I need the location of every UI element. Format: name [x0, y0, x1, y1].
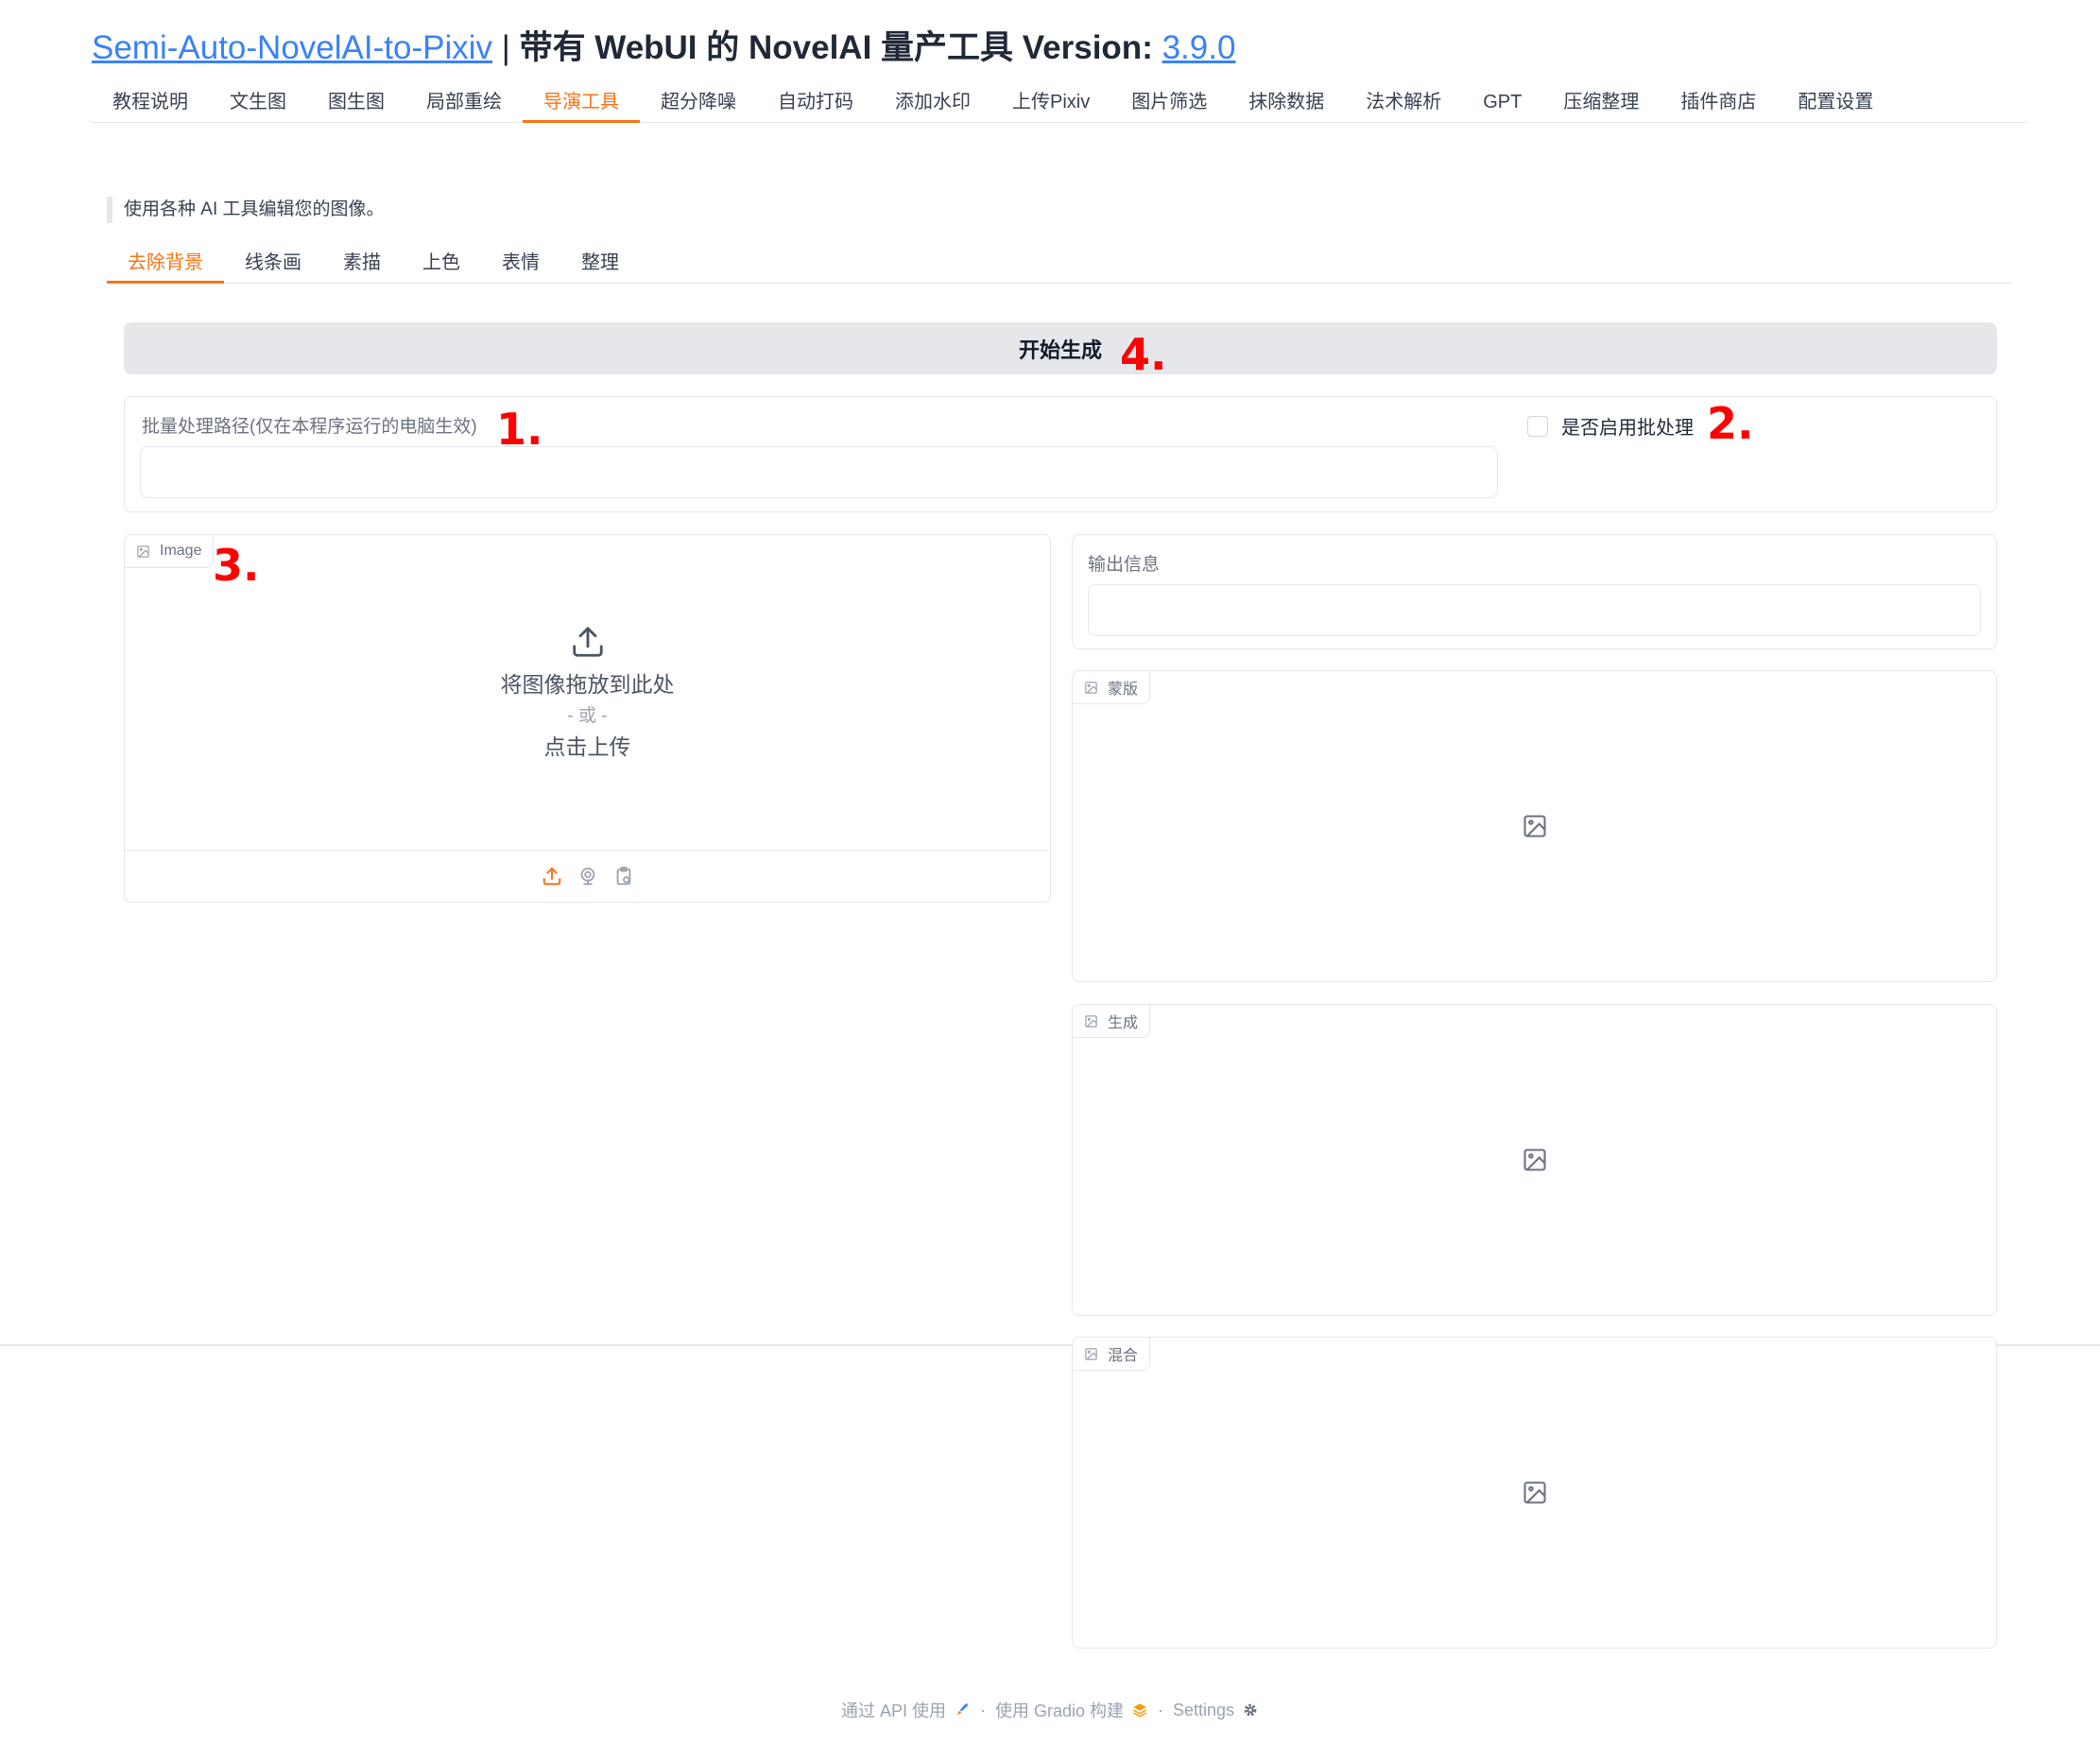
mask-image-output: 蒙版: [1072, 670, 1997, 982]
tab-director-tools[interactable]: 导演工具: [523, 81, 640, 123]
gradio-logo-icon: [1132, 1703, 1147, 1718]
batch-path-input[interactable]: [140, 446, 1498, 498]
tab-tutorial[interactable]: 教程说明: [92, 81, 209, 123]
main-tab-bar: 教程说明 文生图 图生图 局部重绘 导演工具 超分降噪 自动打码 添加水印 上传…: [92, 81, 2027, 123]
blended-image-output: 混合: [1072, 1337, 1997, 1649]
batch-enable-control[interactable]: 是否启用批处理: [1527, 412, 1694, 440]
tab-upscale[interactable]: 超分降噪: [640, 81, 757, 123]
gear-icon: [1244, 1703, 1257, 1717]
tab-inpaint[interactable]: 局部重绘: [405, 81, 523, 123]
page-footer: 通过 API 使用 · 使用 Gradio 构建 · Settings: [0, 1698, 2100, 1722]
subtab-declutter[interactable]: 整理: [560, 242, 640, 284]
footer-separator: ·: [1158, 1700, 1163, 1719]
annotation-marker-2: 2.: [1707, 398, 1754, 449]
output-info-panel: 输出信息: [1072, 534, 1997, 649]
image-placeholder-icon: [1523, 1149, 1546, 1171]
tab-spell-parse[interactable]: 法术解析: [1345, 81, 1462, 123]
image-source-bar: [125, 850, 1050, 902]
footer-settings-text: Settings: [1173, 1700, 1235, 1719]
title-separator: |: [501, 29, 510, 66]
annotation-marker-4: 4.: [1120, 329, 1167, 380]
tab-gpt[interactable]: GPT: [1462, 81, 1542, 123]
tab-txt2img[interactable]: 文生图: [209, 81, 307, 123]
subtab-lineart[interactable]: 线条画: [224, 242, 322, 284]
batch-enable-checkbox[interactable]: [1527, 415, 1548, 437]
image-input-label: Image: [125, 535, 215, 568]
tab-watermark[interactable]: 添加水印: [874, 81, 991, 123]
tab-description: 使用各种 AI 工具编辑您的图像。: [107, 197, 385, 223]
footer-gradio-text: 使用 Gradio 构建: [994, 1702, 1124, 1720]
tab-auto-mosaic[interactable]: 自动打码: [757, 81, 874, 123]
subtab-colorize[interactable]: 上色: [402, 242, 481, 284]
rocket-icon: [956, 1703, 968, 1716]
generated-image-output: 生成: [1072, 1004, 1997, 1316]
image-icon: [1085, 1014, 1097, 1028]
version-link[interactable]: 3.9.0: [1162, 29, 1236, 66]
blended-image-label: 混合: [1073, 1338, 1151, 1371]
image-upload-panel: Image 将图像拖放到此处 - 或 - 点击上传: [124, 534, 1051, 903]
tab-erase-data[interactable]: 抹除数据: [1228, 81, 1345, 123]
repo-link[interactable]: Semi-Auto-NovelAI-to-Pixiv: [92, 29, 492, 66]
tab-image-filter[interactable]: 图片筛选: [1110, 81, 1228, 123]
footer-settings-link[interactable]: Settings: [1173, 1701, 1259, 1720]
source-clipboard-button[interactable]: [612, 865, 635, 888]
footer-api-text: 通过 API 使用: [840, 1702, 946, 1720]
image-input-label-text: Image: [160, 543, 202, 559]
output-info-textbox[interactable]: [1088, 584, 1981, 636]
image-icon: [137, 544, 149, 558]
batch-enable-label[interactable]: 是否启用批处理: [1561, 412, 1694, 440]
generated-image-label-text: 生成: [1108, 1015, 1139, 1031]
footer-separator: ·: [979, 1700, 986, 1719]
image-placeholder-icon: [1523, 1481, 1546, 1504]
source-upload-button[interactable]: [541, 865, 563, 888]
tab-img2img[interactable]: 图生图: [307, 81, 405, 123]
blended-image-label-text: 混合: [1108, 1348, 1139, 1364]
page-title: Semi-Auto-NovelAI-to-Pixiv | 带有 WebUI 的 …: [92, 21, 1235, 69]
footer-api-link[interactable]: 通过 API 使用: [841, 1698, 971, 1722]
annotation-marker-1: 1.: [496, 404, 543, 455]
drop-text: 将图像拖放到此处: [500, 672, 675, 697]
image-icon: [1085, 1347, 1097, 1360]
upload-icon: [572, 627, 603, 657]
mask-image-label: 蒙版: [1073, 671, 1151, 704]
output-info-label: 输出信息: [1088, 555, 1161, 575]
image-drop-zone[interactable]: 将图像拖放到此处 - 或 - 点击上传: [125, 568, 1050, 819]
footer-gradio-link[interactable]: 使用 Gradio 构建: [995, 1698, 1148, 1722]
clipboard-icon: [616, 866, 630, 886]
click-upload-text: 点击上传: [543, 734, 631, 759]
drop-or-text: - 或 -: [567, 706, 608, 726]
tab-plugin-store[interactable]: 插件商店: [1660, 81, 1777, 123]
subtab-sketch[interactable]: 素描: [322, 242, 402, 284]
mask-image-label-text: 蒙版: [1108, 682, 1139, 698]
generate-button[interactable]: 开始生成: [124, 322, 1997, 374]
sub-tab-bar: 去除背景 线条画 素描 上色 表情 整理: [107, 242, 2012, 284]
source-webcam-button[interactable]: [577, 865, 599, 888]
upload-icon: [542, 867, 560, 886]
image-placeholder-icon: [1523, 815, 1546, 838]
generated-image-label: 生成: [1073, 1005, 1151, 1038]
batch-path-label: 批量处理路径(仅在本程序运行的电脑生效): [142, 417, 477, 437]
tab-upload-pixiv[interactable]: 上传Pixiv: [991, 81, 1110, 123]
subtab-remove-background[interactable]: 去除背景: [107, 242, 224, 284]
image-icon: [1085, 681, 1097, 694]
tab-settings[interactable]: 配置设置: [1777, 81, 1894, 123]
annotation-marker-3: 3.: [213, 540, 260, 591]
title-subtitle: 带有 WebUI 的 NovelAI 量产工具 Version:: [519, 29, 1153, 66]
webcam-icon: [580, 867, 594, 886]
tab-compress[interactable]: 压缩整理: [1542, 81, 1660, 123]
subtab-emotion[interactable]: 表情: [481, 242, 560, 284]
